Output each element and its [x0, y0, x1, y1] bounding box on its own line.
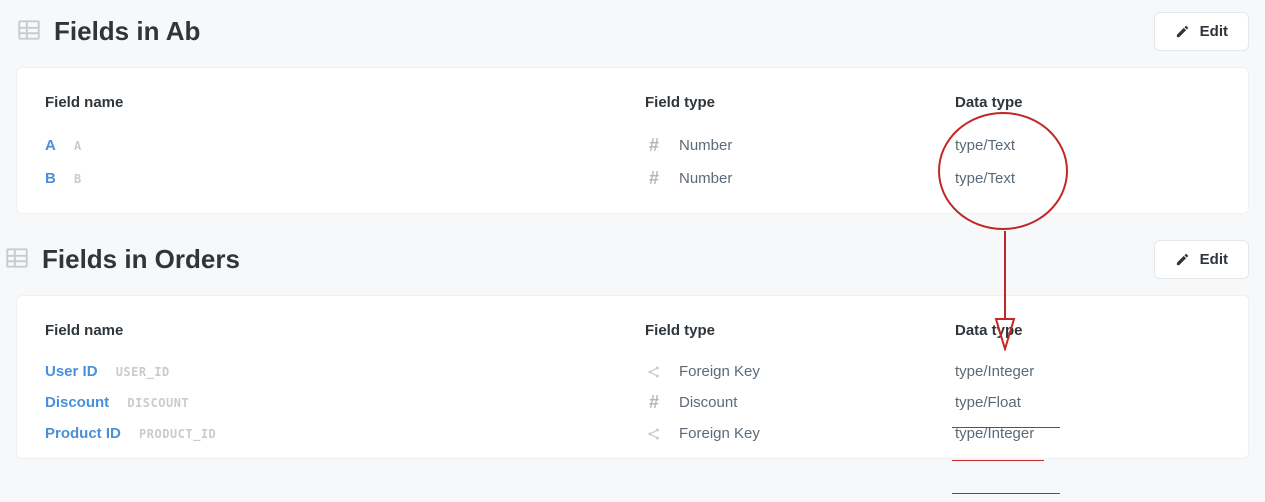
field-link[interactable]: Discount [45, 394, 109, 411]
field-dbname: b [74, 172, 82, 186]
annotation-underline-icon [952, 493, 1060, 494]
edit-button[interactable]: Edit [1154, 240, 1249, 279]
table-row: A a # Number type/Text [45, 129, 1220, 162]
data-type-text: type/Float [955, 394, 1220, 411]
section-header: Fields in Ab Edit [16, 4, 1249, 67]
field-link[interactable]: User ID [45, 363, 98, 380]
share-icon [645, 364, 663, 380]
pencil-icon [1175, 24, 1190, 39]
edit-button[interactable]: Edit [1154, 12, 1249, 51]
fields-card: Field name Field type Data type User ID … [16, 295, 1249, 459]
field-type-text: Foreign Key [679, 363, 760, 380]
field-link[interactable]: Product ID [45, 425, 121, 442]
field-dbname: PRODUCT_ID [139, 427, 216, 441]
edit-button-label: Edit [1200, 251, 1228, 268]
pencil-icon [1175, 252, 1190, 267]
section-fields-orders: Fields in Orders Edit Field name Field t… [0, 232, 1265, 459]
field-type-text: Foreign Key [679, 425, 760, 442]
table-row: User ID USER_ID Foreign Key type/Integer [45, 357, 1220, 386]
data-type-text: type/Text [955, 170, 1220, 187]
field-link[interactable]: B [45, 170, 56, 187]
col-header-data: Data type [955, 94, 1220, 111]
table-icon [4, 245, 30, 275]
hash-icon: # [645, 392, 663, 413]
hash-icon: # [645, 168, 663, 189]
field-type-text: Discount [679, 394, 737, 411]
table-row: B b # Number type/Text [45, 162, 1220, 195]
edit-button-label: Edit [1200, 23, 1228, 40]
section-fields-ab: Fields in Ab Edit Field name Field type … [0, 0, 1265, 214]
share-icon [645, 426, 663, 442]
data-type-text: type/Integer [955, 363, 1220, 380]
col-header-type: Field type [645, 94, 955, 111]
fields-card: Field name Field type Data type A a # Nu… [16, 67, 1249, 214]
field-dbname: USER_ID [116, 365, 170, 379]
section-header: Fields in Orders Edit [4, 232, 1249, 295]
field-dbname: a [74, 139, 82, 153]
field-type-text: Number [679, 170, 732, 187]
col-header-type: Field type [645, 322, 955, 339]
col-header-name: Field name [45, 322, 645, 339]
data-type-text: type/Text [955, 137, 1220, 154]
col-header-data: Data type [955, 322, 1220, 339]
data-type-text: type/Integer [955, 425, 1220, 442]
annotation-underline-icon [952, 460, 1044, 461]
table-icon [16, 17, 42, 47]
table-header: Field name Field type Data type [45, 88, 1220, 129]
col-header-name: Field name [45, 94, 645, 111]
table-row: Product ID PRODUCT_ID Foreign Key type/I… [45, 419, 1220, 448]
field-type-text: Number [679, 137, 732, 154]
section-title: Fields in Ab [54, 16, 200, 47]
hash-icon: # [645, 135, 663, 156]
section-title: Fields in Orders [42, 244, 240, 275]
field-dbname: DISCOUNT [127, 396, 189, 410]
table-row: Discount DISCOUNT # Discount type/Float [45, 386, 1220, 419]
field-link[interactable]: A [45, 137, 56, 154]
table-header: Field name Field type Data type [45, 316, 1220, 357]
